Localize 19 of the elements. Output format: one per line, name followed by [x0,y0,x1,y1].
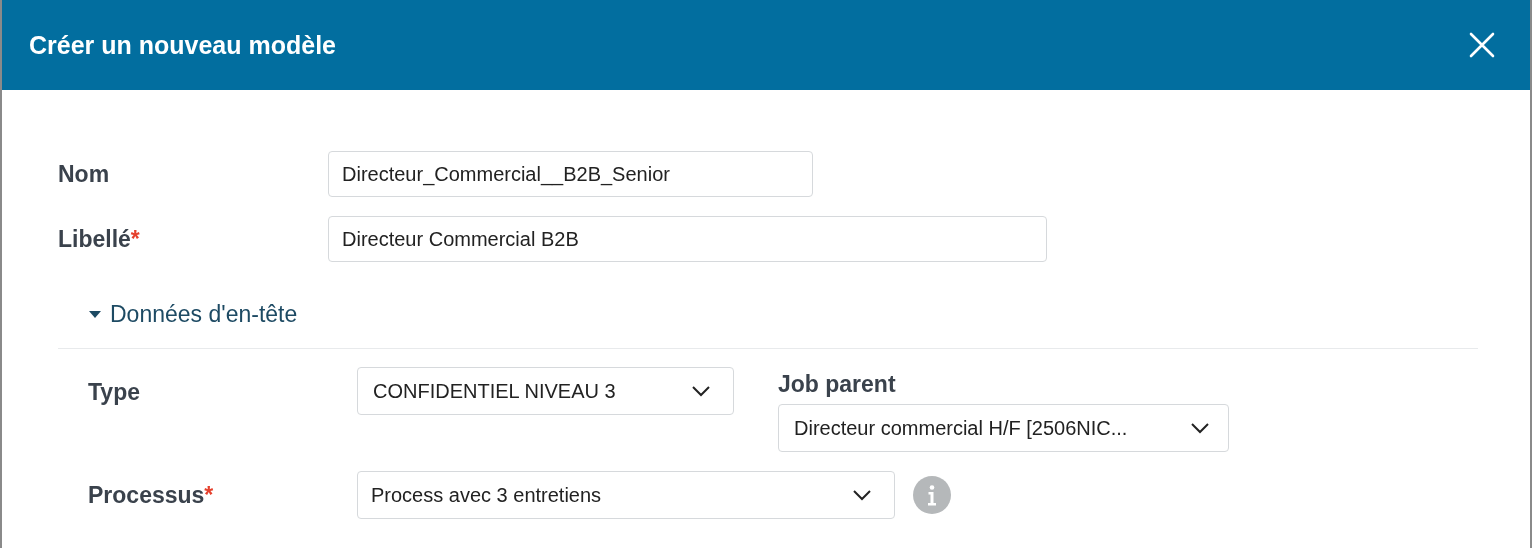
field-label: Nom [58,160,110,187]
process-select[interactable]: Process avec 3 entretiens [357,471,895,519]
close-icon[interactable] [1468,31,1496,59]
section-toggle[interactable]: Données d'en-tête [88,294,298,334]
text-field[interactable]: Directeur_Commercial__B2B_Senior [328,151,813,197]
field-label: Job parent [778,371,897,398]
job-parent-select[interactable]: Directeur commercial H/F [2506NIC... [778,404,1229,452]
field-label: Type [88,379,140,405]
field-label: Processus [88,481,205,508]
text-field[interactable]: Directeur Commercial B2B [328,216,1047,262]
chevron-down-icon[interactable] [691,385,711,397]
dialog-title: Créer un nouveau modèle [29,30,337,60]
type-select[interactable]: CONFIDENTIEL NIVEAU 3 [357,367,734,415]
field-label: Libellé [58,225,131,252]
caret-icon[interactable] [88,309,102,319]
chevron-down-icon[interactable] [1190,422,1210,434]
chevron-down-icon[interactable] [852,489,872,501]
required-mark: * [204,481,214,508]
required-mark: * [130,225,140,252]
